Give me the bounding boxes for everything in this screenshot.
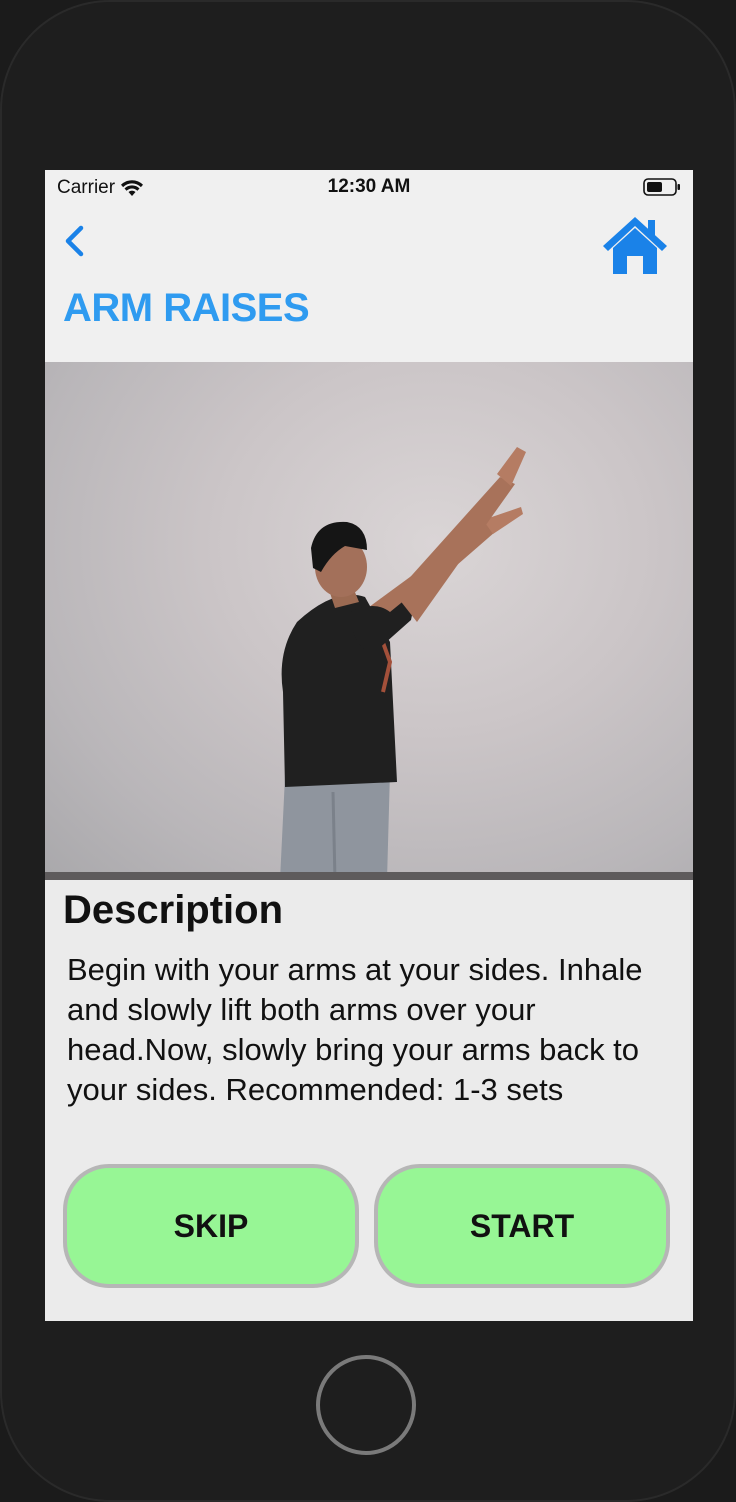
home-icon bbox=[603, 217, 667, 274]
skip-button[interactable]: SKIP bbox=[63, 1164, 359, 1288]
chevron-left-icon bbox=[65, 225, 84, 257]
navigation-header: ARM RAISES bbox=[45, 206, 693, 362]
device: Carrier 12:30 AM ARM RAISES Description … bbox=[0, 0, 736, 1502]
exercise-illustration bbox=[280, 447, 526, 880]
status-bar: Carrier 12:30 AM bbox=[45, 170, 693, 206]
start-button[interactable]: START bbox=[374, 1164, 670, 1288]
exercise-image bbox=[45, 362, 693, 880]
app-screen: Carrier 12:30 AM ARM RAISES Description … bbox=[45, 170, 693, 1321]
description-text: Begin with your arms at your sides. Inha… bbox=[67, 952, 643, 1107]
device-home-button[interactable] bbox=[316, 1355, 416, 1455]
status-time: 12:30 AM bbox=[327, 176, 411, 197]
description-heading: Description bbox=[63, 888, 284, 932]
back-button[interactable] bbox=[55, 218, 99, 268]
battery-icon bbox=[643, 178, 680, 196]
home-button[interactable] bbox=[601, 212, 669, 278]
floor-line bbox=[45, 872, 693, 880]
page-title: ARM RAISES bbox=[63, 286, 310, 330]
